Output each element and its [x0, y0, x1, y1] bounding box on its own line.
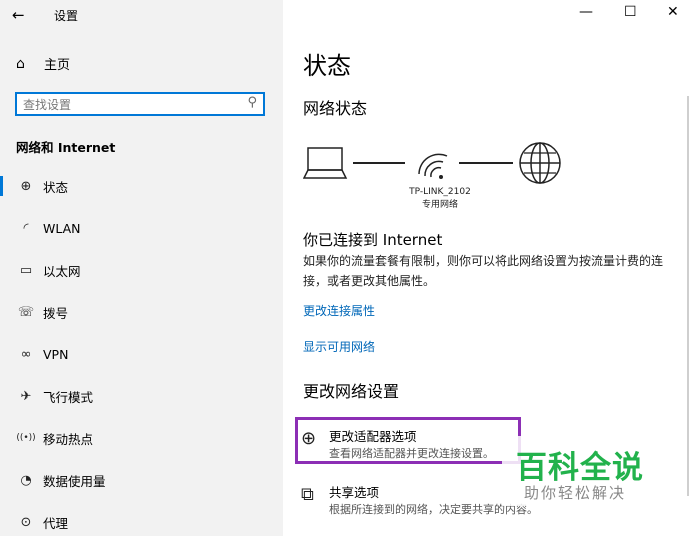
network-status-heading: 网络状态 — [303, 99, 368, 118]
home-icon: ⌂ — [16, 55, 25, 72]
back-arrow-icon[interactable]: ← — [12, 6, 25, 24]
sidebar-item-wlan[interactable]: ◜ WLAN — [0, 207, 283, 249]
router-label: TP-LINK_2102 专用网络 — [395, 186, 485, 212]
sidebar-item-label: 移动热点 — [43, 431, 94, 447]
sidebar-item-label: 数据使用量 — [43, 473, 106, 489]
sidebar-item-hotspot[interactable]: ((•)) 移动热点 — [0, 417, 283, 459]
scrollbar[interactable] — [687, 96, 689, 496]
sidebar-item-status[interactable]: ⊕ 状态 — [0, 165, 283, 207]
watermark: 百科全说 助你轻松解决 — [502, 436, 662, 506]
sidebar-item-proxy[interactable]: ⊙ 代理 — [0, 501, 283, 543]
minimize-button[interactable]: — — [579, 4, 593, 20]
home-label: 主页 — [44, 58, 71, 73]
watermark-subtitle: 助你轻松解决 — [524, 484, 627, 502]
sidebar-item-label: 飞行模式 — [43, 389, 94, 405]
data-usage-icon: ◔ — [20, 472, 32, 488]
section-heading: 网络和 Internet — [16, 140, 116, 155]
sidebar-item-label: 以太网 — [43, 263, 81, 279]
router-name: TP-LINK_2102 — [409, 187, 471, 197]
sidebar-nav: ⊕ 状态 ◜ WLAN ▭ 以太网 ☏ 拨号 ∞ VPN ✈ 飞行模式 ((•)… — [0, 165, 283, 543]
globe-status-icon: ⊕ — [20, 178, 32, 194]
connection-line — [353, 162, 405, 164]
wifi-signal-icon — [418, 153, 448, 179]
watermark-title: 百科全说 — [516, 450, 644, 486]
sidebar: ← 设置 ⌂ 主页 ⚲ 网络和 Internet ⊕ 状态 ◜ WLAN ▭ 以… — [0, 0, 283, 536]
connected-description: 如果你的流量套餐有限制，则你可以将此网络设置为按流量计费的连接，或者更改其他属性… — [303, 254, 664, 288]
sidebar-item-label: VPN — [43, 346, 69, 362]
proxy-icon: ⊙ — [20, 514, 32, 530]
show-available-networks-link[interactable]: 显示可用网络 — [303, 338, 375, 355]
search-box[interactable]: ⚲ — [15, 92, 265, 116]
highlight-box — [295, 417, 521, 464]
sidebar-item-dialup[interactable]: ☏ 拨号 — [0, 291, 283, 333]
sidebar-item-vpn[interactable]: ∞ VPN — [0, 333, 283, 375]
network-diagram: TP-LINK_2102 专用网络 — [303, 140, 573, 220]
titlebar: ← 设置 — [0, 0, 283, 30]
sidebar-item-label: 状态 — [43, 179, 69, 195]
laptop-icon — [303, 147, 348, 179]
ethernet-icon: ▭ — [19, 262, 33, 278]
maximize-button[interactable]: ☐ — [624, 4, 637, 20]
sharing-icon: ⧉ — [301, 484, 314, 505]
sidebar-item-home[interactable]: ⌂ 主页 — [16, 54, 71, 74]
connection-line — [459, 162, 513, 164]
sidebar-item-label: 拨号 — [43, 305, 69, 321]
wifi-icon: ◜ — [23, 220, 29, 236]
airplane-icon: ✈ — [20, 388, 32, 404]
sidebar-item-ethernet[interactable]: ▭ 以太网 — [0, 249, 283, 291]
vpn-icon: ∞ — [20, 346, 32, 362]
sidebar-item-data-usage[interactable]: ◔ 数据使用量 — [0, 459, 283, 501]
change-connection-properties-link[interactable]: 更改连接属性 — [303, 302, 375, 319]
search-input[interactable] — [17, 95, 233, 115]
connected-heading: 你已连接到 Internet — [303, 231, 443, 249]
sidebar-item-airplane[interactable]: ✈ 飞行模式 — [0, 375, 283, 417]
sidebar-item-label: WLAN — [43, 220, 81, 236]
internet-globe-icon — [519, 142, 561, 184]
hotspot-icon: ((•)) — [16, 433, 36, 443]
search-icon[interactable]: ⚲ — [247, 95, 257, 110]
sidebar-item-label: 代理 — [43, 515, 69, 531]
change-settings-heading: 更改网络设置 — [303, 382, 400, 401]
app-title: 设置 — [54, 9, 79, 23]
close-button[interactable]: ✕ — [667, 4, 679, 20]
network-type: 专用网络 — [421, 200, 458, 210]
page-title: 状态 — [303, 52, 351, 80]
dialup-icon: ☏ — [17, 304, 35, 320]
